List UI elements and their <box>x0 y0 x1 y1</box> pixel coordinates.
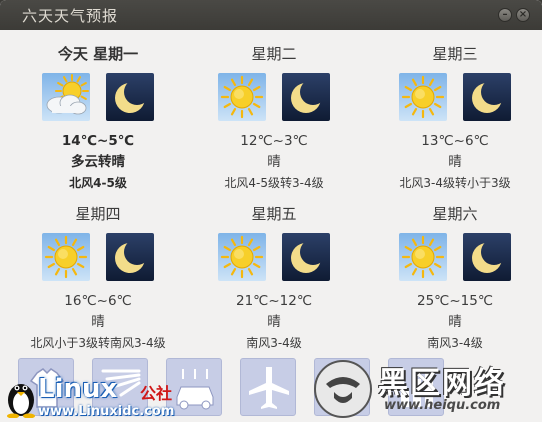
airplane-icon[interactable] <box>240 358 296 416</box>
forecast-grid: 今天 星期一 14℃~5℃ 多云转晴 北风4-5级 星期二 12℃~3℃ 晴 北… <box>0 30 542 350</box>
heiqu-logo-url: www.heiqu.com <box>384 398 501 413</box>
day-name: 星期四 <box>75 205 121 223</box>
heiqu-logo-text: 黑区网络 <box>378 366 506 401</box>
forecast-day-6: 星期六 25℃~15℃ 晴 南风3-4级 <box>360 204 542 353</box>
temperature-range: 16℃~6℃ <box>64 293 132 309</box>
forecast-day-3: 星期三 13℃~6℃ 晴 北风3-4级转小于3级 <box>360 44 542 193</box>
weather-icons <box>8 73 188 121</box>
weather-icons <box>360 233 542 281</box>
weather-condition: 晴 <box>448 154 462 170</box>
day-name: 星期三 <box>432 45 478 63</box>
heiqu-watermark: 黑区网络 www.heiqu.com <box>312 354 538 420</box>
day-name: 今天 星期一 <box>57 45 139 63</box>
sun-icon <box>399 73 447 121</box>
window-title: 六天天气预报 <box>22 6 119 25</box>
linux-logo-cn: 公社 <box>140 384 173 403</box>
weather-condition: 晴 <box>267 314 281 330</box>
crescent-moon-icon <box>463 233 511 281</box>
wind-info: 北风3-4级转小于3级 <box>399 176 511 190</box>
sun-icon <box>42 233 90 281</box>
temperature-range: 25℃~15℃ <box>417 293 493 309</box>
weather-icons <box>184 73 364 121</box>
forecast-day-1: 今天 星期一 14℃~5℃ 多云转晴 北风4-5级 <box>8 44 188 193</box>
heiqu-logo-mark <box>314 360 372 418</box>
crescent-moon-icon <box>106 73 154 121</box>
linux-logo-text: Linux <box>38 374 118 404</box>
weather-condition: 晴 <box>448 314 462 330</box>
close-icon[interactable]: × <box>516 8 530 22</box>
linux-logo-url: www.Linuxidc.com <box>38 404 175 419</box>
temperature-range: 12℃~3℃ <box>240 133 308 149</box>
weather-icons <box>360 73 542 121</box>
forecast-day-2: 星期二 12℃~3℃ 晴 北风4-5级转3-4级 <box>184 44 364 193</box>
sun-icon <box>399 233 447 281</box>
temperature-range: 21℃~12℃ <box>236 293 312 309</box>
weather-condition: 多云转晴 <box>71 154 125 170</box>
minimize-icon[interactable]: – <box>498 8 512 22</box>
wind-info: 北风4-5级转3-4级 <box>224 176 324 190</box>
window-controls: – × <box>498 8 530 22</box>
penguin-logo-icon <box>7 384 35 418</box>
crescent-moon-icon <box>106 233 154 281</box>
crescent-moon-icon <box>282 233 330 281</box>
wind-info: 北风4-5级 <box>69 176 127 190</box>
temperature-range: 14℃~5℃ <box>61 133 135 149</box>
linux-watermark: Linux 公社 www.Linuxidc.com <box>4 374 204 420</box>
forecast-day-4: 星期四 16℃~6℃ 晴 北风小于3级转南风3-4级 <box>8 204 188 353</box>
titlebar[interactable]: 六天天气预报 – × <box>0 0 542 30</box>
sun-icon <box>218 233 266 281</box>
crescent-moon-icon <box>282 73 330 121</box>
day-name: 星期五 <box>251 205 297 223</box>
weather-window: 六天天气预报 – × 今天 星期一 14℃~5℃ 多云转晴 北风4-5级 星期二 <box>0 0 542 422</box>
weather-icons <box>184 233 364 281</box>
day-name: 星期六 <box>432 205 478 223</box>
temperature-range: 13℃~6℃ <box>421 133 489 149</box>
weather-condition: 晴 <box>267 154 281 170</box>
life-index-bar: 黑区网络 www.heiqu.com Linux 公社 www.Linuxidc… <box>0 350 542 422</box>
weather-icons <box>8 233 188 281</box>
crescent-moon-icon <box>463 73 511 121</box>
sun-icon <box>218 73 266 121</box>
day-name: 星期二 <box>251 45 297 63</box>
weather-condition: 晴 <box>91 314 105 330</box>
forecast-day-5: 星期五 21℃~12℃ 晴 南风3-4级 <box>184 204 364 353</box>
partly-cloudy-icon <box>42 73 90 121</box>
